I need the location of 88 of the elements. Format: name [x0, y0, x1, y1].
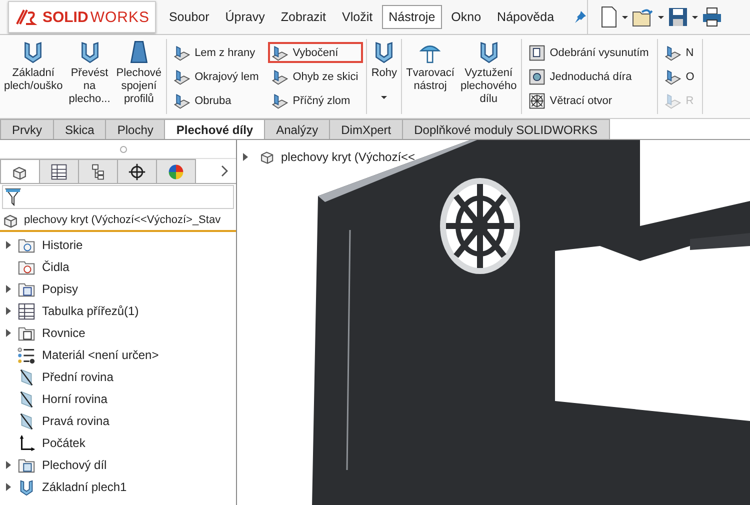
- ribbon-button[interactable]: N: [660, 42, 700, 63]
- table-icon: [50, 162, 68, 180]
- tree-structure-icon: [89, 162, 107, 180]
- ribbon-button[interactable]: Základní plech/ouško: [1, 39, 66, 93]
- tree-item[interactable]: Tabulka přířezů(1): [42, 304, 139, 318]
- ribbon-button[interactable]: Tvarovací nástroj: [403, 39, 458, 93]
- tree-root-label[interactable]: plechovy kryt (Výchozí<<Výchozí>_Stav: [24, 214, 221, 226]
- filter-icon[interactable]: [5, 188, 21, 206]
- expand-arrow-icon[interactable]: [243, 152, 248, 160]
- ribbon-button[interactable]: Vybočení: [268, 42, 364, 63]
- save-icon[interactable]: [668, 7, 688, 27]
- color-ball-icon: [167, 162, 185, 180]
- bend-icon: [172, 68, 191, 86]
- material-icon: [17, 346, 36, 364]
- tab[interactable]: Doplňkové moduly SOLIDWORKS: [402, 119, 610, 139]
- expand-arrow-icon[interactable]: [6, 307, 11, 315]
- pin-icon[interactable]: [573, 10, 588, 24]
- breadcrumb-label[interactable]: plechovy kryt (Výchozí<<: [281, 150, 416, 164]
- tab[interactable]: DimXpert: [329, 119, 404, 139]
- tree-item[interactable]: Základní plech1: [42, 480, 127, 494]
- tree-item[interactable]: Počátek: [42, 436, 86, 450]
- ribbon-button[interactable]: Okrajový lem: [170, 66, 264, 87]
- tab[interactable]: Plochy: [105, 119, 166, 139]
- tree-item[interactable]: Přední rovina: [42, 370, 114, 384]
- menu-item[interactable]: Nápověda: [490, 5, 562, 29]
- bend-icon: [270, 44, 289, 62]
- expand-arrow-icon[interactable]: [6, 461, 11, 469]
- vent-icon: [528, 92, 546, 110]
- tree-item[interactable]: Materiál <není určen>: [42, 348, 159, 362]
- caret-icon[interactable]: [692, 16, 698, 18]
- caret-icon[interactable]: [381, 96, 388, 99]
- caret-icon[interactable]: [658, 16, 664, 18]
- cut-icon: [528, 44, 546, 62]
- menu-item[interactable]: Okno: [444, 5, 488, 29]
- origin-icon: [17, 434, 36, 452]
- ribbon-button[interactable]: Obruba: [170, 90, 264, 111]
- menu-item[interactable]: Soubor: [162, 5, 216, 29]
- expand-arrow-icon[interactable]: [6, 241, 11, 249]
- tab[interactable]: Skica: [53, 119, 106, 139]
- tree-item[interactable]: Horní rovina: [42, 392, 108, 406]
- tree-item[interactable]: Historie: [42, 238, 83, 252]
- panel-tab[interactable]: [39, 159, 79, 183]
- bend-icon: [664, 92, 682, 110]
- tree-item[interactable]: Pravá rovina: [42, 414, 110, 428]
- tree-item[interactable]: Rovnice: [42, 326, 86, 340]
- tab[interactable]: Prvky: [0, 119, 54, 139]
- caret-icon[interactable]: [622, 16, 628, 18]
- bend-icon: [270, 68, 289, 86]
- table-icon: [17, 302, 36, 320]
- new-document-icon[interactable]: [600, 6, 618, 28]
- ribbon-button[interactable]: O: [660, 66, 700, 87]
- expand-arrow-icon[interactable]: [6, 285, 11, 293]
- hole-icon: [528, 68, 546, 86]
- panel-tab[interactable]: [117, 159, 157, 183]
- tree-item[interactable]: Plechový díl: [42, 458, 107, 472]
- bend-icon: [664, 68, 682, 86]
- ribbon-button[interactable]: Plechové spojení profilů: [113, 39, 165, 106]
- expand-arrow-icon[interactable]: [6, 329, 11, 337]
- bend-icon: [172, 92, 191, 110]
- menu-item[interactable]: Zobrazit: [274, 5, 334, 29]
- ribbon-button[interactable]: Jednoduchá díra: [524, 66, 654, 87]
- bend-icon: [172, 44, 191, 62]
- drag-handle[interactable]: [120, 146, 126, 152]
- tree-item[interactable]: Popisy: [42, 282, 78, 296]
- menu-item[interactable]: Vložit: [335, 5, 380, 29]
- ribbon-button[interactable]: Ohyb ze skici: [268, 66, 364, 87]
- ribbon-button[interactable]: Odebrání vysunutím: [524, 42, 654, 63]
- ribbon-button[interactable]: Lem z hrany: [170, 42, 264, 63]
- panel-tab[interactable]: [0, 159, 40, 183]
- ribbon-button[interactable]: Příčný zlom: [268, 90, 364, 111]
- tree-item[interactable]: Čidla: [42, 260, 70, 274]
- tab[interactable]: Plechové díly: [164, 119, 266, 139]
- panel-tab[interactable]: [78, 159, 118, 183]
- menu-item[interactable]: Úpravy: [218, 5, 272, 29]
- chevron-right-icon[interactable]: [220, 165, 228, 177]
- expand-arrow-icon[interactable]: [6, 483, 11, 491]
- printer-icon[interactable]: [702, 7, 722, 27]
- bend-icon: [270, 92, 289, 110]
- folder-icon[interactable]: [632, 6, 654, 28]
- tab[interactable]: Analýzy: [264, 119, 330, 139]
- ribbon-button[interactable]: Větrací otvor: [524, 90, 654, 111]
- crosshair-icon: [128, 162, 146, 180]
- ribbon-button[interactable]: Vyztužení plechového dílu: [457, 39, 520, 106]
- bend-icon: [664, 44, 682, 62]
- ribbon-button[interactable]: Převést na plecho...: [66, 39, 114, 106]
- menu-item[interactable]: Nástroje: [382, 5, 442, 29]
- app-logo: SOLIDWORKS: [8, 1, 156, 33]
- ribbon-button[interactable]: Rohy: [368, 39, 400, 99]
